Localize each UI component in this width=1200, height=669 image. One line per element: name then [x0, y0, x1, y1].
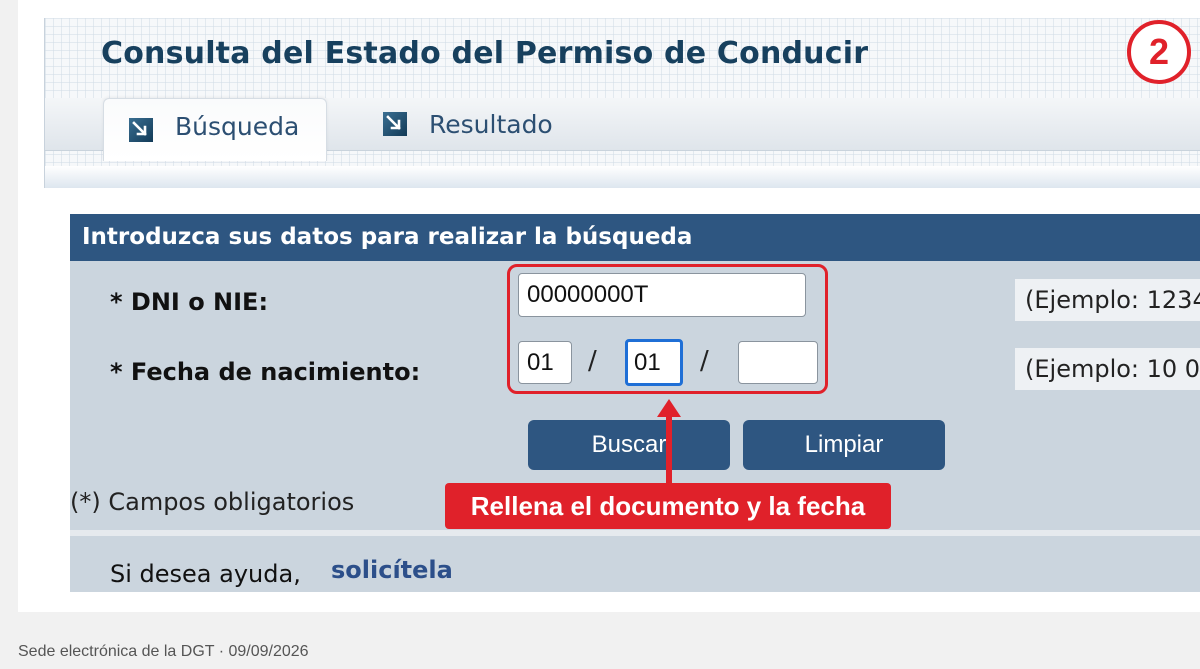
dni-input[interactable] — [518, 273, 806, 317]
page: Consulta del Estado del Permiso de Condu… — [18, 0, 1200, 612]
birthdate-label: * Fecha de nacimiento: — [110, 358, 421, 386]
footer-text: Sede electrónica de la DGT · 09/09/2026 — [18, 643, 309, 660]
birth-month-input[interactable] — [625, 339, 683, 386]
tab-busqueda[interactable]: Búsqueda — [103, 98, 327, 161]
search-form: Introduzca sus datos para realizar la bú… — [70, 214, 1200, 592]
tab-bar: Búsqueda Resultado — [45, 98, 1200, 161]
dni-example: (Ejemplo: 1234 — [1015, 279, 1200, 321]
birth-day-input[interactable] — [518, 341, 572, 384]
help-link[interactable]: solicítela — [331, 556, 453, 584]
date-separator: / — [700, 346, 709, 376]
page-title: Consulta del Estado del Permiso de Condu… — [101, 36, 869, 71]
step-badge: 2 — [1127, 20, 1191, 84]
tab-resultado-label: Resultado — [429, 109, 553, 139]
birthdate-example: (Ejemplo: 10 0 — [1015, 348, 1200, 390]
arrow-down-right-icon — [129, 118, 153, 142]
annotation-callout: Rellena el documento y la fecha — [445, 483, 891, 529]
header-strip — [45, 166, 1200, 188]
help-text: Si desea ayuda, — [110, 560, 301, 588]
birth-year-input[interactable] — [738, 341, 818, 384]
tab-busqueda-label: Búsqueda — [175, 111, 300, 141]
tab-resultado[interactable]: Resultado — [383, 98, 583, 150]
help-row: Si desea ayuda, solicítela — [70, 536, 1200, 592]
form-heading: Introduzca sus datos para realizar la bú… — [70, 214, 1200, 261]
page-header: Consulta del Estado del Permiso de Condu… — [44, 18, 1200, 188]
dni-label: * DNI o NIE: — [110, 288, 269, 316]
arrow-down-right-icon — [383, 112, 407, 136]
date-separator: / — [588, 346, 597, 376]
arrow-up-icon — [657, 399, 681, 485]
search-button[interactable]: Buscar — [528, 420, 730, 470]
clear-button[interactable]: Limpiar — [743, 420, 945, 470]
required-fields-note: (*) Campos obligatorios — [70, 488, 355, 516]
